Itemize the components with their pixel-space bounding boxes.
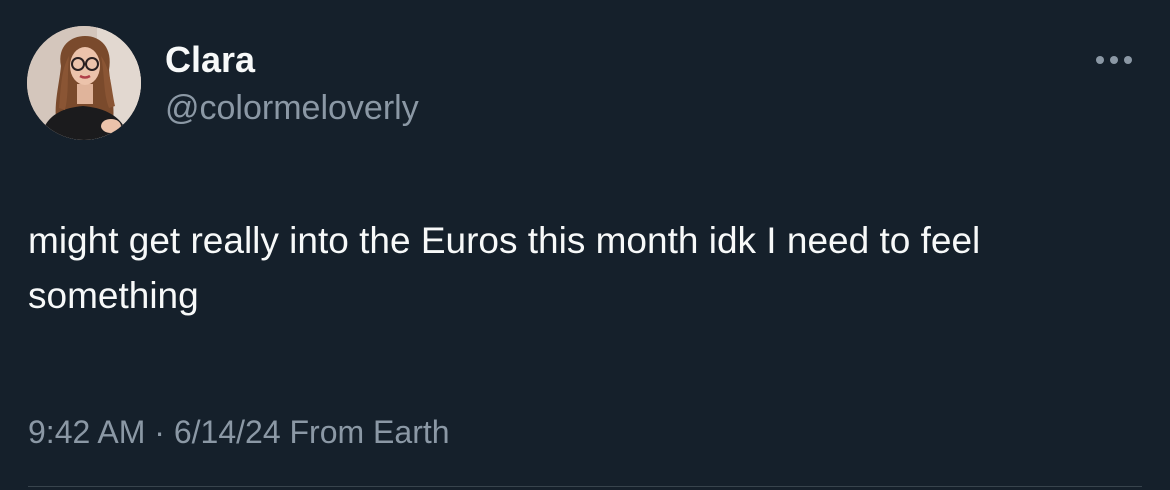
tweet-date[interactable]: 6/14/24 [174, 414, 281, 450]
more-horizontal-icon [1096, 56, 1132, 64]
tweet-card: Clara @colormeloverly might get really i… [0, 0, 1170, 490]
display-name[interactable]: Clara [165, 38, 255, 82]
divider [28, 486, 1142, 487]
meta-separator: · [154, 414, 165, 450]
avatar[interactable] [27, 26, 141, 140]
avatar-photo [27, 26, 141, 140]
tweet-time[interactable]: 9:42 AM [28, 414, 145, 450]
user-handle[interactable]: @colormeloverly [165, 86, 419, 130]
tweet-text: might get really into the Euros this mon… [28, 220, 981, 316]
tweet-location: From Earth [289, 414, 450, 450]
tweet-metadata: 9:42 AM · 6/14/24 From Earth [28, 410, 450, 454]
more-options-button[interactable] [1090, 42, 1140, 78]
